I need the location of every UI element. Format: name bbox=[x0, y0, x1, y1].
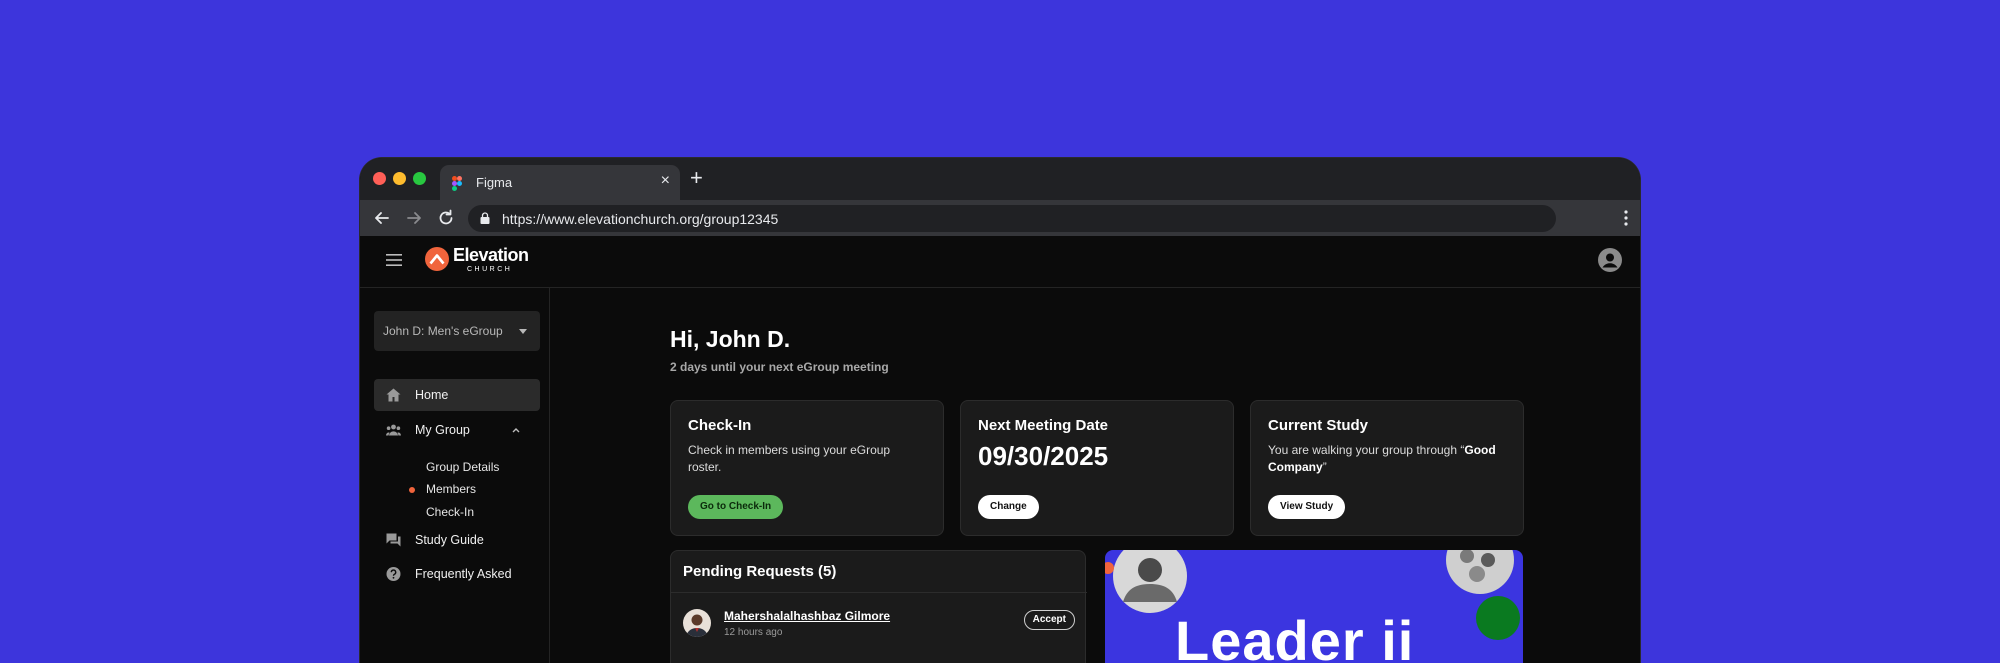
group-icon bbox=[386, 424, 401, 436]
browser-tab[interactable]: Figma × bbox=[440, 165, 680, 200]
tab-close-icon[interactable]: × bbox=[661, 172, 670, 190]
home-icon bbox=[386, 388, 401, 402]
new-tab-icon[interactable]: + bbox=[690, 166, 703, 190]
sidebar-item-label: My Group bbox=[415, 423, 470, 437]
sidebar-item-label: Frequently Asked bbox=[415, 567, 512, 581]
checkin-card: Check-In Check in members using your eGr… bbox=[670, 400, 944, 536]
divider bbox=[671, 592, 1087, 593]
sidebar-item-label: Study Guide bbox=[415, 533, 484, 547]
current-study-card: Current Study You are walking your group… bbox=[1250, 400, 1524, 536]
app-header: Elevation CHURCH bbox=[360, 236, 1640, 288]
card-description: You are walking your group through “Good… bbox=[1268, 442, 1503, 476]
browser-window: Figma × + https://www.elevationchurch.or… bbox=[360, 158, 1640, 663]
card-title: Current Study bbox=[1268, 417, 1369, 434]
study-desc-prefix: You are walking your group through “ bbox=[1268, 443, 1465, 457]
help-icon bbox=[386, 567, 401, 581]
address-bar[interactable]: https://www.elevationchurch.org/group123… bbox=[468, 205, 1556, 232]
url-text: https://www.elevationchurch.org/group123… bbox=[502, 211, 779, 227]
card-description: Check in members using your eGroup roste… bbox=[688, 443, 891, 474]
change-date-button[interactable]: Change bbox=[978, 495, 1039, 519]
page-title: Hi, John D. bbox=[670, 326, 791, 352]
person-icon bbox=[686, 614, 708, 637]
pending-requests-title: Pending Requests (5) bbox=[683, 563, 837, 580]
forward-arrow-icon[interactable] bbox=[404, 208, 424, 228]
caret-down-icon bbox=[519, 329, 527, 334]
lock-icon bbox=[480, 212, 490, 224]
card-title: Next Meeting Date bbox=[978, 417, 1109, 434]
main-content: Hi, John D. 2 days until your next eGrou… bbox=[550, 288, 1640, 663]
sidebar-item-label: Home bbox=[415, 388, 449, 402]
figma-icon bbox=[452, 176, 462, 191]
request-time: 12 hours ago bbox=[724, 627, 783, 638]
meeting-date: 09/30/2025 bbox=[978, 441, 1109, 471]
group-select[interactable]: John D: Men's eGroup bbox=[374, 311, 540, 351]
chat-icon bbox=[386, 533, 401, 547]
sidebar-subitem-members[interactable]: Members bbox=[426, 482, 476, 500]
go-to-check-in-button[interactable]: Go to Check-In bbox=[688, 495, 784, 519]
browser-menu-icon[interactable] bbox=[1624, 209, 1628, 227]
study-desc-suffix: ” bbox=[1322, 460, 1327, 474]
browser-toolbar: https://www.elevationchurch.org/group123… bbox=[360, 200, 1640, 236]
tab-title: Figma bbox=[476, 175, 513, 190]
sidebar-item-my-group[interactable]: My Group bbox=[374, 414, 540, 446]
elevation-logo-icon[interactable] bbox=[425, 247, 449, 271]
next-meeting-card: Next Meeting Date 09/30/2025 Change bbox=[960, 400, 1234, 536]
group-select-value: John D: Men's eGroup bbox=[383, 324, 503, 338]
sidebar-subitem-group-details[interactable]: Group Details bbox=[426, 460, 499, 478]
sidebar-item-home[interactable]: Home bbox=[374, 379, 540, 411]
sidebar-item-study-guide[interactable]: Study Guide bbox=[374, 524, 540, 556]
page-subtitle: 2 days until your next eGroup meeting bbox=[670, 360, 889, 374]
reload-icon[interactable] bbox=[436, 208, 456, 228]
leadership-promo-banner[interactable]: Leader ii bbox=[1105, 550, 1523, 663]
close-window-button[interactable] bbox=[373, 172, 386, 185]
sidebar-subitem-check-in[interactable]: Check-In bbox=[426, 505, 474, 523]
request-name-link[interactable]: Mahershalalhashbaz Gilmore bbox=[724, 609, 890, 623]
chevron-up-icon[interactable] bbox=[512, 427, 520, 433]
brand-name: Elevation bbox=[453, 245, 529, 265]
minimize-window-button[interactable] bbox=[393, 172, 406, 185]
browser-tabbar: Figma × + bbox=[360, 158, 1640, 200]
card-title: Check-In bbox=[688, 417, 752, 434]
avatar bbox=[683, 609, 711, 637]
maximize-window-button[interactable] bbox=[413, 172, 426, 185]
brand-subtitle: CHURCH bbox=[467, 266, 513, 273]
back-arrow-icon[interactable] bbox=[372, 208, 392, 228]
hamburger-menu-icon[interactable] bbox=[386, 254, 402, 266]
view-study-button[interactable]: View Study bbox=[1268, 495, 1346, 519]
active-indicator-dot bbox=[409, 487, 415, 493]
promo-text: Leader ii bbox=[1175, 609, 1415, 663]
accept-button[interactable]: Accept bbox=[1023, 610, 1075, 630]
account-icon[interactable] bbox=[1598, 248, 1622, 272]
sidebar: John D: Men's eGroup Home My Group Group… bbox=[360, 288, 550, 663]
sidebar-item-frequently-asked[interactable]: Frequently Asked bbox=[374, 558, 540, 590]
pending-requests-panel: Pending Requests (5) Mahershalalhashbaz … bbox=[670, 550, 1087, 663]
